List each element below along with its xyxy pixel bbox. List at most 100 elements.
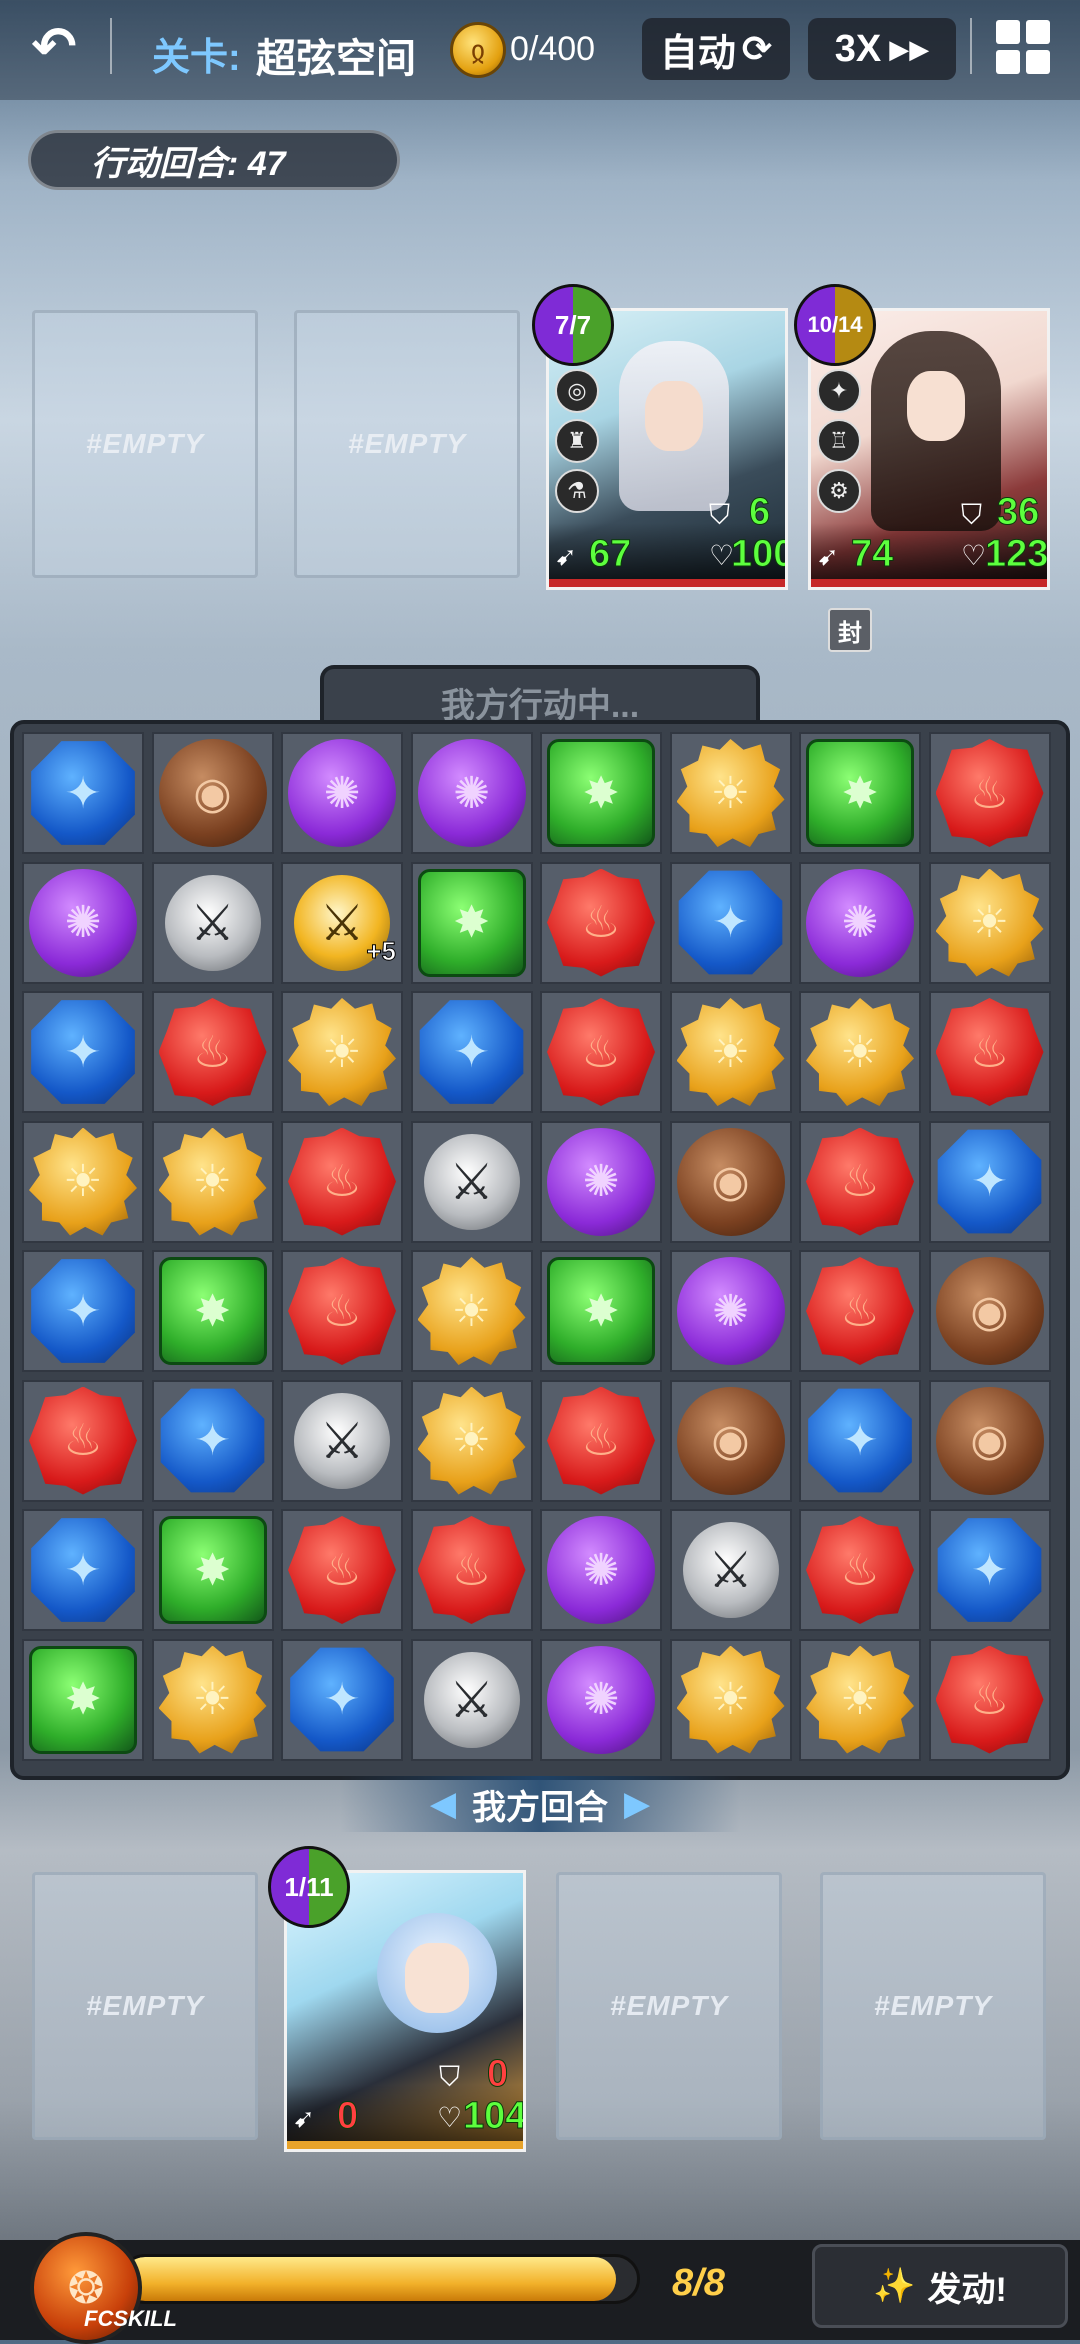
board-cell[interactable]: ⚔	[410, 1120, 533, 1243]
yellow-gem-icon: ☀	[676, 998, 785, 1106]
ally-slot-empty-1: #EMPTY	[32, 1872, 258, 2140]
board-cell[interactable]: ☀	[151, 1638, 274, 1761]
board-cell[interactable]: ✦	[22, 1509, 144, 1631]
board-cell[interactable]: ⚔	[151, 861, 274, 984]
board-cell[interactable]: ✺	[410, 732, 533, 854]
board-cell[interactable]: ⚔	[669, 1509, 792, 1631]
board-cell[interactable]: ⚔	[410, 1638, 533, 1761]
brown-gem-icon: ◉	[935, 1257, 1044, 1365]
board-cell[interactable]: ✦	[22, 1250, 144, 1372]
board-cell[interactable]: ☀	[669, 1638, 792, 1761]
purple-gem-icon: ✺	[288, 739, 396, 847]
board-cell[interactable]: ☀	[22, 1120, 144, 1243]
red-gem-icon: ♨	[935, 1645, 1044, 1754]
board-cell[interactable]: ✦	[281, 1638, 403, 1761]
board-cell[interactable]: ♨	[540, 861, 662, 984]
blue-gem-icon: ✦	[31, 1518, 135, 1622]
board-cell[interactable]: ♨	[799, 1120, 921, 1243]
board-cell[interactable]: ☀	[410, 1250, 533, 1372]
red-gem-icon: ♨	[547, 868, 655, 977]
board-cell[interactable]: ♨	[22, 1379, 144, 1502]
enemy-shield-1: 6	[748, 491, 771, 534]
back-button[interactable]: ↶	[22, 14, 86, 78]
shield-icon: ⛉	[709, 499, 731, 530]
enemy-slot-empty-2: #EMPTY	[294, 310, 520, 578]
board-cell[interactable]: ✦	[151, 1379, 274, 1502]
skill-icon-tower: ♖	[817, 419, 861, 463]
top-divider-right	[970, 18, 972, 74]
board-cell[interactable]: ✦	[410, 991, 533, 1113]
board-cell[interactable]: ✸	[799, 732, 921, 854]
board-cell[interactable]: ♨	[799, 1509, 921, 1631]
blue-gem-icon: ✦	[290, 1647, 394, 1752]
yellow-gem-icon: ☀	[676, 1645, 785, 1754]
board-cell[interactable]: ☀	[669, 732, 792, 854]
red-gem-icon: ♨	[935, 739, 1044, 847]
board-cell[interactable]: ◉	[669, 1379, 792, 1502]
red-gem-icon: ♨	[288, 1257, 396, 1365]
board-cell[interactable]: ✸	[540, 732, 662, 854]
board-cell[interactable]: ☀	[799, 991, 921, 1113]
board-cell[interactable]: ✸	[22, 1638, 144, 1761]
red-gem-icon: ♨	[417, 1516, 526, 1624]
board-cell[interactable]: ✦	[928, 1509, 1051, 1631]
board-cell[interactable]: ♨	[281, 1509, 403, 1631]
board-cell[interactable]: ♨	[540, 1379, 662, 1502]
board-cell[interactable]: ♨	[151, 991, 274, 1113]
gem-grid: ✦ ◉ ✺ ✺ ✸ ☀ ✸ ♨ ✺ ⚔ ⚔ +5 ✸ ♨ ✦ ✺ ☀ ✦ ♨ ☀ ✦ ♨ ☀ ☀ ♨ ☀ ☀ ♨ ⚔ ✺ ◉ ♨ ✦ ✦ ✸ ♨ ☀ ✸ ✺…	[22, 732, 1058, 1768]
board-cell[interactable]: ◉	[928, 1250, 1051, 1372]
activate-skill-button[interactable]: ✨ 发动!	[812, 2244, 1068, 2328]
board-cell[interactable]: ✸	[151, 1509, 274, 1631]
board-cell[interactable]: ◉	[669, 1120, 792, 1243]
board-cell[interactable]: ✺	[281, 732, 403, 854]
board-cell[interactable]: ☀	[669, 991, 792, 1113]
board-cell[interactable]: ☀	[410, 1379, 533, 1502]
skill-label: FCSKILL	[84, 2306, 177, 2331]
green-gem-icon: ✸	[29, 1645, 137, 1754]
board-cell[interactable]: ♨	[928, 732, 1051, 854]
board-cell[interactable]: ⚔ +5	[281, 861, 403, 984]
grid-icon[interactable]	[996, 20, 1050, 74]
board-cell[interactable]: ✸	[410, 861, 533, 984]
board-cell[interactable]: ♨	[540, 991, 662, 1113]
enemy-face-1	[645, 381, 703, 451]
board-cell[interactable]: ♨	[281, 1120, 403, 1243]
level-name: 超弦空间	[256, 37, 416, 81]
board-cell[interactable]: ♨	[928, 1638, 1051, 1761]
turn-banner-text: 我方回合	[472, 1788, 608, 1827]
board-cell[interactable]: ◉	[928, 1379, 1051, 1502]
board-cell[interactable]: ✺	[540, 1120, 662, 1243]
board-cell[interactable]: ✺	[540, 1509, 662, 1631]
board-cell[interactable]: ☀	[799, 1638, 921, 1761]
red-gem-icon: ♨	[547, 1386, 655, 1495]
board-cell[interactable]: ✺	[669, 1250, 792, 1372]
board-cell[interactable]: ✺	[22, 861, 144, 984]
board-cell[interactable]: ♨	[410, 1509, 533, 1631]
board-cell[interactable]: ☀	[928, 861, 1051, 984]
board-cell[interactable]: ✦	[799, 1379, 921, 1502]
board-cell[interactable]: ✦	[928, 1120, 1051, 1243]
board-cell[interactable]: ♨	[281, 1250, 403, 1372]
board-cell[interactable]: ⚔	[281, 1379, 403, 1502]
board-cell[interactable]: ♨	[928, 991, 1051, 1113]
ally-face	[405, 1943, 469, 2013]
board-cell[interactable]: ✦	[22, 991, 144, 1113]
yellow-gem-icon: ☀	[288, 998, 396, 1106]
board-cell[interactable]: ✦	[22, 732, 144, 854]
round-counter: 行动回合: 47	[28, 130, 400, 190]
gem-bonus-label: +5	[366, 935, 397, 966]
board-cell[interactable]: ✸	[151, 1250, 274, 1372]
board-cell[interactable]: ✸	[540, 1250, 662, 1372]
board-cell[interactable]: ✺	[540, 1638, 662, 1761]
speed-button[interactable]: 3X ▶▶	[808, 18, 956, 80]
energy-bar-fill	[123, 2257, 617, 2301]
auto-button[interactable]: 自动 ⟳	[642, 18, 790, 80]
board-cell[interactable]: ☀	[151, 1120, 274, 1243]
board-cell[interactable]: ✺	[799, 861, 921, 984]
board-cell[interactable]: ◉	[151, 732, 274, 854]
board-cell[interactable]: ☀	[281, 991, 403, 1113]
board-cell[interactable]: ♨	[799, 1250, 921, 1372]
enemy-slot-empty-1: #EMPTY	[32, 310, 258, 578]
auto-label: 自动	[659, 32, 736, 75]
board-cell[interactable]: ✦	[669, 861, 792, 984]
